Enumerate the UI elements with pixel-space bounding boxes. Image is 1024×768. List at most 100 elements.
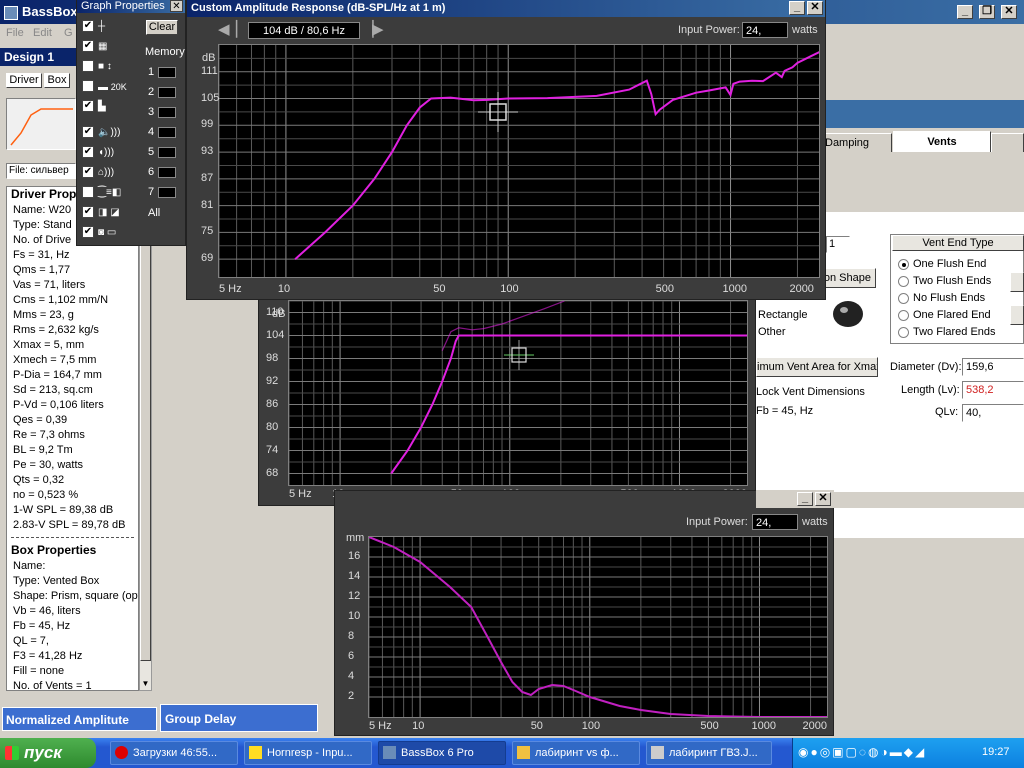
- amp-close-button[interactable]: ✕: [807, 1, 823, 15]
- memory-slot-4[interactable]: 4: [148, 126, 178, 141]
- memory-all-label[interactable]: All: [148, 207, 160, 219]
- driver-prop-line: Qms = 1,77: [13, 264, 71, 276]
- memory-slot-5[interactable]: 5: [148, 146, 178, 161]
- start-button[interactable]: пуск: [0, 738, 96, 768]
- graph-prop-checkbox[interactable]: ✔: [82, 20, 94, 32]
- range-20k-label: 20K: [110, 82, 127, 92]
- vent-end-radio[interactable]: [898, 276, 909, 287]
- scroll-thumb[interactable]: [140, 201, 151, 661]
- driver-prop-line: Mms = 23, g: [13, 309, 74, 321]
- box-prop-line: Type: Vented Box: [13, 575, 100, 587]
- xmax-minimize-button[interactable]: _: [797, 492, 813, 506]
- memory-slot-swatch[interactable]: [158, 87, 176, 98]
- qlv-label: QLv:: [935, 406, 959, 418]
- main-close-button[interactable]: ✕: [1001, 5, 1017, 19]
- memory-slot-7[interactable]: 7: [148, 186, 178, 201]
- memory-slot-swatch[interactable]: [158, 107, 176, 118]
- subtab-box[interactable]: Box: [44, 73, 70, 88]
- amp-right-arrow-icon[interactable]: ▶: [372, 20, 384, 38]
- vent-end-radio[interactable]: [898, 259, 909, 270]
- vent-shape-other[interactable]: Other: [758, 326, 786, 338]
- menu-graph[interactable]: G: [64, 27, 73, 39]
- amp-left-arrow-icon[interactable]: ◀: [218, 20, 230, 38]
- props-scrollbar[interactable]: ▼: [139, 186, 152, 691]
- graph-prop-checkbox[interactable]: [82, 186, 94, 198]
- y-tick-label: 8: [348, 630, 355, 642]
- x-tick-label: 500: [655, 283, 674, 295]
- vent-end-radio[interactable]: [898, 293, 909, 304]
- graph-prop-checkbox[interactable]: ✔: [82, 226, 94, 238]
- subtab-driver[interactable]: Driver: [6, 73, 42, 88]
- tab-damping[interactable]: Damping: [822, 133, 892, 153]
- amp-input-power-field[interactable]: 24,: [742, 22, 788, 38]
- clear-button[interactable]: Clear: [146, 20, 178, 35]
- taskbar-item-downloads[interactable]: Загрузки 46:55...: [110, 741, 238, 765]
- memory-slot-swatch[interactable]: [158, 147, 176, 158]
- graph-prop-checkbox[interactable]: [82, 80, 94, 92]
- memory-slot-swatch[interactable]: [158, 167, 176, 178]
- graph-prop-checkbox[interactable]: [82, 60, 94, 72]
- taskbar-item-hornresp[interactable]: Hornresp - Inpu...: [244, 741, 372, 765]
- main-maximize-button[interactable]: ❐: [979, 5, 995, 19]
- driver-prop-line: P-Vd = 0,106 liters: [13, 399, 104, 411]
- design-tab[interactable]: Design 1: [0, 48, 76, 66]
- memory-slot-swatch[interactable]: [158, 187, 176, 198]
- amp-left-small-arrow-icon[interactable]: ▏: [236, 20, 248, 38]
- y-tick-label: 14: [348, 570, 361, 582]
- vent-area-xmax-button[interactable]: imum Vent Area for Xmax: [756, 357, 878, 377]
- norm-plot-svg: [288, 300, 747, 485]
- graph-prop-checkbox[interactable]: ✔: [82, 100, 94, 112]
- vent-end-radio[interactable]: [898, 327, 909, 338]
- vent-end-side-button-1[interactable]: [1010, 272, 1024, 292]
- memory-slot-swatch[interactable]: [158, 127, 176, 138]
- xmax-close-button[interactable]: ✕: [815, 492, 831, 506]
- y-tick-label: 81: [201, 198, 214, 211]
- app-title: BassBox: [22, 4, 78, 19]
- graph-prop-checkbox[interactable]: ✔: [82, 166, 94, 178]
- graph-props-close-button[interactable]: ✕: [170, 0, 183, 12]
- vent-end-option-label: No Flush Ends: [913, 292, 986, 304]
- graph-prop-checkbox[interactable]: ✔: [82, 40, 94, 52]
- scroll-down-arrow-icon[interactable]: ▼: [140, 678, 151, 690]
- driver-prop-line: Qts = 0,32: [13, 474, 65, 486]
- tab-vents[interactable]: Vents: [893, 131, 991, 153]
- memory-slot-swatch[interactable]: [158, 67, 176, 78]
- graph-prop-checkbox[interactable]: ✔: [82, 206, 94, 218]
- memory-slot-2[interactable]: 2: [148, 86, 178, 101]
- y-tick-label: 10: [348, 610, 361, 622]
- graph-prop-checkbox[interactable]: ✔: [82, 126, 94, 138]
- memory-slot-3[interactable]: 3: [148, 106, 178, 121]
- tray-icons: ◉●◎▣▢◌◍◑▬◆◢: [798, 745, 927, 759]
- diameter-field[interactable]: 159,6: [962, 358, 1024, 376]
- menu-edit[interactable]: Edit: [33, 27, 52, 39]
- xmax-input-power-field[interactable]: 24,: [752, 514, 798, 530]
- taskbar-item-labyrinth-2[interactable]: лабиринт ГВЗ.J...: [646, 741, 772, 765]
- taskbar-item-bassbox[interactable]: BassBox 6 Pro: [378, 741, 506, 765]
- vent-end-radio[interactable]: [898, 310, 909, 321]
- memory-slot-1[interactable]: 1: [148, 66, 178, 81]
- vent-shape-rectangle[interactable]: Rectangle: [758, 309, 808, 321]
- menu-file[interactable]: File: [6, 27, 24, 39]
- main-minimize-button[interactable]: _: [957, 5, 973, 19]
- network-icon: ⁐≡◧: [98, 187, 122, 198]
- length-label: Length (Lv):: [901, 384, 960, 396]
- thumbnail-graph: [6, 98, 76, 150]
- lock-vent-dimensions[interactable]: Lock Vent Dimensions: [756, 386, 865, 398]
- driver-prop-line: Re = 7,3 ohms: [13, 429, 85, 441]
- vent-end-side-button-2[interactable]: [1010, 305, 1024, 325]
- graph-props-title: Graph Properties: [81, 0, 165, 12]
- tab-normalized-amplitude[interactable]: Normalized Amplitute: [2, 707, 157, 731]
- length-field[interactable]: 538,2: [962, 381, 1024, 399]
- vent-count-field[interactable]: 1: [826, 236, 850, 253]
- taskbar-item-labyrinth-1[interactable]: лабиринт vs ф...: [512, 741, 640, 765]
- tab-next[interactable]: [991, 133, 1024, 153]
- xmax-input-power-label: Input Power:: [686, 516, 748, 528]
- memory-slot-6[interactable]: 6: [148, 166, 178, 181]
- tab-group-delay[interactable]: Group Delay: [160, 704, 318, 732]
- qlv-field[interactable]: 40,: [962, 404, 1024, 422]
- driver-prop-line: Sd = 213, sq.cm: [13, 384, 93, 396]
- graph-prop-checkbox[interactable]: ✔: [82, 146, 94, 158]
- amp-window-title: Custom Amplitude Response (dB-SPL/Hz at …: [191, 2, 446, 14]
- driver-prop-line: Pe = 30, watts: [13, 459, 84, 471]
- amp-minimize-button[interactable]: _: [789, 1, 805, 15]
